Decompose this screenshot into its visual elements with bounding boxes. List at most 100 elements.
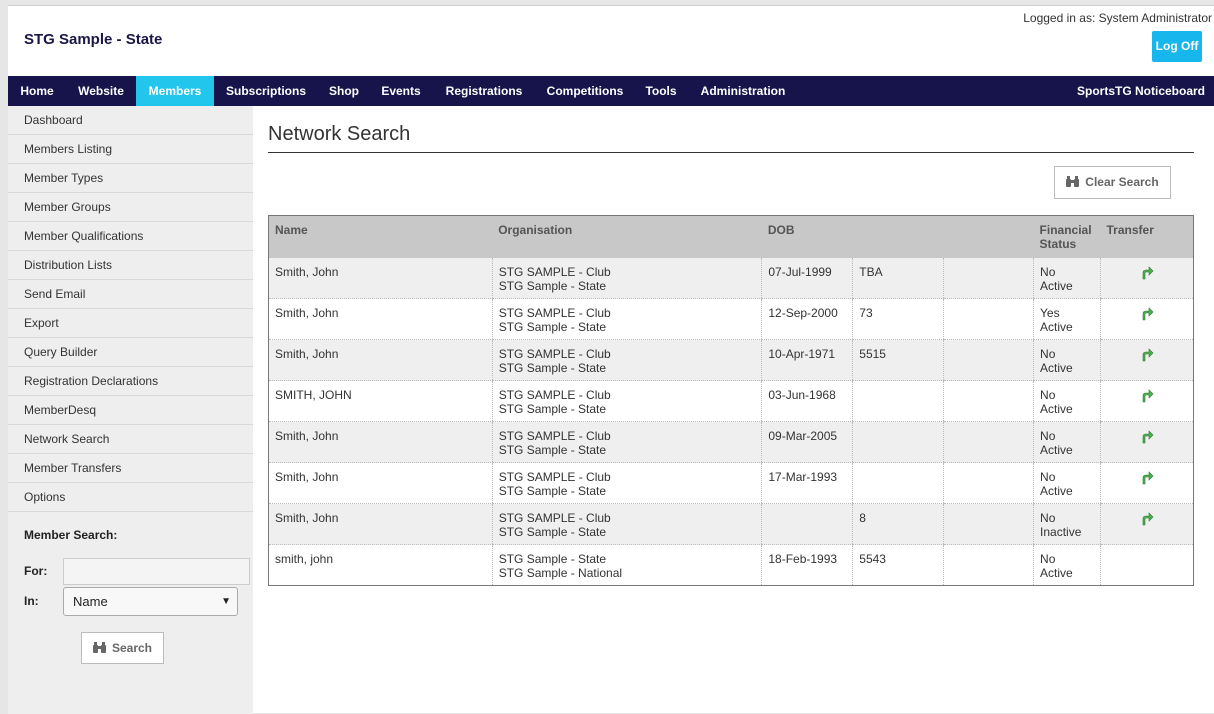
cell-name[interactable]: Smith, John xyxy=(268,503,493,545)
search-field-select[interactable]: Name ▼ xyxy=(63,587,238,616)
cell-name[interactable]: Smith, John xyxy=(268,298,493,340)
cell-transfer[interactable] xyxy=(1100,298,1194,340)
cell-financial-status-text: No xyxy=(1040,511,1056,525)
column-header-organisation[interactable]: Organisation xyxy=(492,215,762,258)
cell-name-text: Smith, John xyxy=(275,511,339,525)
sidebar-item-send-email[interactable]: Send Email xyxy=(8,280,253,309)
nav-item-website[interactable]: Website xyxy=(66,76,136,106)
cell-dob-text: 09-Mar-2005 xyxy=(768,429,838,443)
cell-transfer[interactable] xyxy=(1100,339,1194,381)
cell-organisation: STG SAMPLE - Club STG Sample - State xyxy=(491,339,762,381)
cell-name[interactable]: SMITH, JOHN xyxy=(268,380,493,422)
logoff-button[interactable]: Log Off xyxy=(1152,31,1202,62)
sidebar-item-options[interactable]: Options xyxy=(8,483,253,512)
member-search-button[interactable]: Search xyxy=(81,632,164,664)
sidebar-item-distribution-lists[interactable]: Distribution Lists xyxy=(8,251,253,280)
cell-name[interactable]: smith, john xyxy=(268,544,493,586)
cell-number: 8 xyxy=(852,503,944,545)
cell-name[interactable]: Smith, John xyxy=(268,339,493,381)
cell-financial-status-text: Active xyxy=(1040,320,1073,334)
nav-item-shop[interactable]: Shop xyxy=(318,76,370,106)
for-label: For: xyxy=(24,564,48,578)
cell-extra xyxy=(943,339,1034,381)
sidebar-item-memberdesq[interactable]: MemberDesq xyxy=(8,396,253,425)
column-header-financial-status[interactable]: Financial Status xyxy=(1033,215,1101,258)
transfer-arrow-icon[interactable] xyxy=(1140,265,1154,280)
cell-name[interactable]: Smith, John xyxy=(268,257,493,299)
cell-dob-text: 03-Jun-1968 xyxy=(768,388,836,402)
cell-dob-text: 17-Mar-1993 xyxy=(768,470,838,484)
cell-name-text: SMITH, JOHN xyxy=(275,388,352,402)
chevron-down-icon: ▼ xyxy=(221,596,231,607)
cell-name[interactable]: Smith, John xyxy=(268,462,493,504)
sidebar-item-query-builder[interactable]: Query Builder xyxy=(8,338,253,367)
cell-organisation-text: STG SAMPLE - Club xyxy=(498,429,611,443)
sidebar-item-member-types[interactable]: Member Types xyxy=(8,164,253,193)
cell-name[interactable]: Smith, John xyxy=(268,421,493,463)
page-frame: STG Sample - State Logged in as: System … xyxy=(8,5,1214,714)
transfer-arrow-icon[interactable] xyxy=(1140,430,1154,444)
cell-financial-status-text: No xyxy=(1040,347,1056,361)
column-header-name[interactable]: Name xyxy=(268,215,493,258)
cell-number-text: 73 xyxy=(859,306,873,320)
cell-number-text: 5543 xyxy=(859,552,886,566)
nav-item-members[interactable]: Members xyxy=(136,76,214,106)
transfer-arrow-icon[interactable] xyxy=(1140,512,1154,526)
sidebar-item-member-groups[interactable]: Member Groups xyxy=(8,193,253,222)
column-header-dob[interactable]: DOB xyxy=(761,215,853,258)
column-header-extra xyxy=(943,215,1034,258)
cell-organisation: STG SAMPLE - Club STG Sample - State xyxy=(491,503,762,545)
cell-organisation: STG SAMPLE - Club STG Sample - State xyxy=(491,298,762,340)
sidebar-item-registration-declarations[interactable]: Registration Declarations xyxy=(8,367,253,396)
cell-organisation: STG SAMPLE - Club STG Sample - State xyxy=(491,257,762,299)
cell-financial-status: Yes Active xyxy=(1033,298,1101,340)
cell-transfer[interactable] xyxy=(1100,421,1194,463)
sidebar-item-dashboard[interactable]: Dashboard xyxy=(8,106,253,135)
cell-transfer[interactable] xyxy=(1100,380,1194,422)
sidebar-item-member-qualifications[interactable]: Member Qualifications xyxy=(8,222,253,251)
cell-extra xyxy=(943,462,1034,504)
cell-transfer[interactable] xyxy=(1100,462,1194,504)
cell-transfer[interactable] xyxy=(1100,503,1194,545)
cell-number: 73 xyxy=(852,298,944,340)
nav-item-noticeboard[interactable]: SportsTG Noticeboard xyxy=(1077,76,1205,106)
nav-item-subscriptions[interactable]: Subscriptions xyxy=(214,76,318,106)
nav-item-registrations[interactable]: Registrations xyxy=(432,76,536,106)
cell-organisation-text: STG Sample - State xyxy=(498,320,607,334)
in-label: In: xyxy=(24,594,39,608)
cell-organisation: STG Sample - State STG Sample - National xyxy=(491,544,762,586)
transfer-arrow-icon[interactable] xyxy=(1140,307,1154,321)
sidebar-item-export[interactable]: Export xyxy=(8,309,253,338)
sidebar-item-member-transfers[interactable]: Member Transfers xyxy=(8,454,253,483)
cell-financial-status-text: No xyxy=(1040,429,1056,443)
nav-item-events[interactable]: Events xyxy=(370,76,432,106)
cell-organisation-text: STG SAMPLE - Club xyxy=(498,306,611,320)
transfer-arrow-icon[interactable] xyxy=(1140,471,1154,485)
nav-item-tools[interactable]: Tools xyxy=(634,76,688,106)
sidebar-item-members-listing[interactable]: Members Listing xyxy=(8,135,253,164)
cell-financial-status-text: Inactive xyxy=(1040,525,1082,539)
cell-transfer[interactable] xyxy=(1100,257,1194,299)
member-search-input[interactable] xyxy=(63,558,250,585)
search-field-selected: Name xyxy=(73,594,108,609)
transfer-arrow-icon[interactable] xyxy=(1140,389,1154,403)
cell-number-text: TBA xyxy=(859,264,883,279)
cell-organisation-text: STG Sample - State xyxy=(498,484,607,498)
binoculars-icon xyxy=(92,642,106,653)
cell-organisation-text: STG SAMPLE - Club xyxy=(498,264,611,279)
cell-dob-text: 07-Jul-1999 xyxy=(768,264,832,279)
cell-financial-status-text: Yes xyxy=(1040,306,1060,320)
nav-item-administration[interactable]: Administration xyxy=(688,76,798,106)
cell-organisation-text: STG Sample - State xyxy=(498,552,607,566)
sidebar-item-network-search[interactable]: Network Search xyxy=(8,425,253,454)
cell-name-text: Smith, John xyxy=(275,306,339,320)
header: STG Sample - State Logged in as: System … xyxy=(8,6,1214,76)
column-header-number xyxy=(852,215,944,258)
transfer-arrow-icon[interactable] xyxy=(1140,348,1154,362)
clear-search-button[interactable]: Clear Search xyxy=(1054,166,1171,199)
results-table: Name Organisation DOB Financial Status T… xyxy=(268,215,1194,586)
main-nav: Home Website Members Subscriptions Shop … xyxy=(8,76,1214,106)
nav-item-competitions[interactable]: Competitions xyxy=(536,76,634,106)
column-header-transfer: Transfer xyxy=(1100,215,1194,258)
nav-item-home[interactable]: Home xyxy=(8,76,66,106)
